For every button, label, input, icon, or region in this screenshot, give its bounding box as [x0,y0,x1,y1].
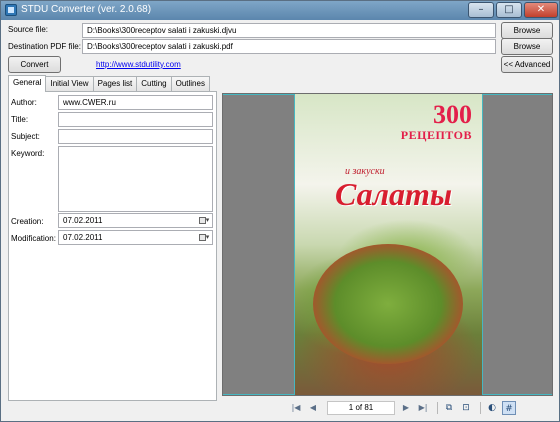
first-page-icon[interactable]: |◀ [289,401,303,415]
toolbar-divider [437,402,438,414]
next-page-icon[interactable]: ▶ [399,401,413,415]
destination-file-label: Destination PDF file: [8,42,81,51]
modification-label: Modification: [11,234,56,243]
general-panel: Author: www.CWER.ru Title: Subject: Keyw… [8,91,217,401]
prev-page-icon[interactable]: ◀ [306,401,320,415]
cover-number: 300 [433,100,472,129]
source-file-field[interactable]: D:\Books\300receptov salati i zakuski.dj… [82,23,496,38]
tab-initial-view[interactable]: Initial View [45,76,94,91]
last-page-icon[interactable]: ▶| [416,401,430,415]
source-browse-button[interactable]: Browse [501,22,553,39]
window-title: STDU Converter (ver. 2.0.68) [21,4,152,15]
cover-word: РЕЦЕПТОВ [400,128,472,142]
page-indicator[interactable]: 1 of 81 [327,401,395,415]
keyword-label: Keyword: [11,149,45,158]
calendar-dropdown-icon[interactable]: ▾ [197,232,211,243]
toolbar-divider [480,402,481,414]
salad-plate-image [313,244,463,364]
convert-button[interactable]: Convert [8,56,61,73]
subject-field[interactable] [58,129,213,144]
author-label: Author: [11,98,37,107]
modification-date-picker[interactable]: 07.02.2011 ▾ [58,230,213,245]
title-field[interactable] [58,112,213,127]
app-window: STDU Converter (ver. 2.0.68) – □ ✕ Sourc… [0,0,560,422]
creation-label: Creation: [11,217,44,226]
modification-date-value: 07.02.2011 [63,233,103,242]
app-icon [5,4,17,16]
advanced-button[interactable]: << Advanced [501,56,553,73]
tab-general[interactable]: General [8,75,47,92]
contrast-icon[interactable]: ◐ [485,401,499,415]
calendar-dropdown-icon[interactable]: ▾ [197,215,211,226]
page-preview: 300 РЕЦЕПТОВ и закуски Салаты [294,94,483,395]
tab-outlines[interactable]: Outlines [170,76,210,91]
creation-date-value: 07.02.2011 [63,216,103,225]
subject-label: Subject: [11,132,40,141]
destination-file-field[interactable]: D:\Books\300receptov salati i zakuski.pd… [82,39,496,54]
tab-cutting[interactable]: Cutting [136,76,172,91]
website-link[interactable]: http://www.stdutility.com [96,60,181,69]
navigation-toolbar: |◀ ◀ 1 of 81 ▶ ▶| ⧉ ⊡ ◐ # [289,400,519,416]
tab-pages-list[interactable]: Pages list [92,76,138,91]
source-file-label: Source file: [8,25,49,34]
creation-date-picker[interactable]: 07.02.2011 ▾ [58,213,213,228]
maximize-button[interactable]: □ [496,2,522,18]
close-button[interactable]: ✕ [524,2,558,18]
fit-page-icon[interactable]: ⊡ [459,401,473,415]
minimize-button[interactable]: – [468,2,494,18]
destination-browse-button[interactable]: Browse [501,38,553,55]
preview-area[interactable]: 300 РЕЦЕПТОВ и закуски Салаты [222,93,553,396]
keyword-field[interactable] [58,146,213,212]
cover-title: Салаты [335,176,453,212]
title-label: Title: [11,115,29,124]
tab-strip: General Initial View Pages list Cutting … [8,75,210,92]
title-bar[interactable]: STDU Converter (ver. 2.0.68) – □ ✕ [1,1,559,20]
author-field[interactable]: www.CWER.ru [58,95,213,110]
fit-width-icon[interactable]: ⧉ [442,401,456,415]
grid-icon[interactable]: # [502,401,516,415]
